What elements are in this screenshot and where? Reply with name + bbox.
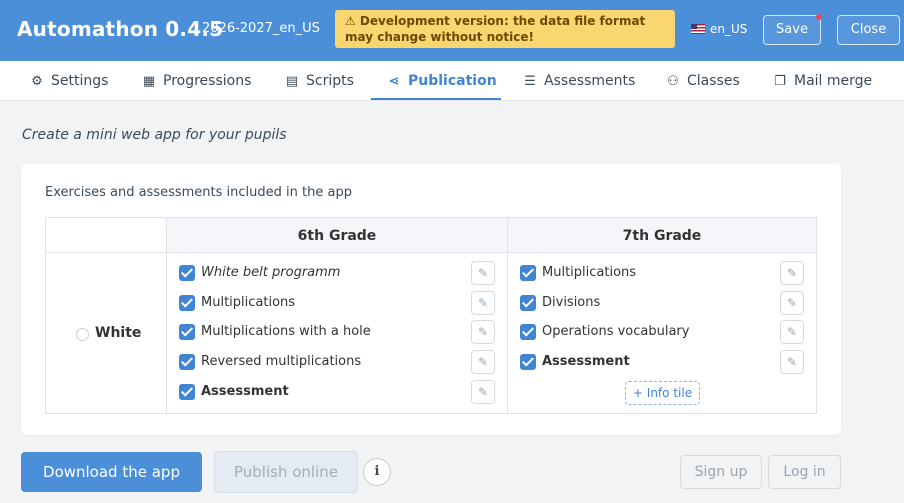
pencil-icon: ✎ (477, 296, 489, 310)
pencil-icon: ✎ (477, 355, 489, 369)
pencil-icon: ✎ (477, 325, 489, 339)
edit-item-button[interactable]: ✎ (471, 291, 495, 315)
tab-label: Settings (51, 73, 109, 89)
item-checkbox[interactable] (179, 384, 195, 400)
tab-label: Progressions (163, 73, 252, 89)
download-app-button[interactable]: Download the app (21, 452, 202, 492)
tab-label: Scripts (306, 73, 354, 89)
edit-item-button[interactable]: ✎ (471, 261, 495, 285)
pencil-icon: ✎ (477, 266, 489, 280)
item-checkbox[interactable] (520, 354, 536, 370)
us-flag-icon (691, 24, 705, 34)
table-border-bottom (45, 413, 817, 414)
add-info-tile-button[interactable]: + Info tile (625, 381, 700, 405)
pencil-icon: ✎ (786, 296, 798, 310)
item-checkbox[interactable] (520, 324, 536, 340)
item-label: Multiplications (542, 265, 637, 280)
item-checkbox[interactable] (179, 265, 195, 281)
script-icon: ▤ (285, 74, 299, 89)
users-icon: ⚇ (667, 74, 679, 89)
tab-bar: ⚙ Settings ▦ Progressions ▤ Scripts ⋖ Public… (0, 61, 904, 101)
item-checkbox[interactable] (520, 265, 536, 281)
tab-classes[interactable]: ⚇ Classes (665, 61, 740, 101)
pencil-icon: ✎ (477, 385, 489, 399)
table-border-top (45, 217, 817, 218)
tab-label: Assessments (544, 73, 636, 89)
edit-item-button[interactable]: ✎ (471, 380, 495, 404)
share-icon: ⋖ (388, 74, 400, 89)
item-checkbox[interactable] (179, 354, 195, 370)
item-label: Assessment (201, 384, 289, 399)
edit-item-button[interactable]: ✎ (780, 320, 804, 344)
calendar-icon: ▦ (142, 74, 156, 89)
log-in-button[interactable]: Log in (768, 455, 841, 489)
app-title: Automathon 0.4.5 (17, 17, 224, 41)
item-checkbox[interactable] (179, 295, 195, 311)
app-content-panel (21, 164, 841, 435)
table-border-right (816, 217, 817, 414)
language-label: en_US (710, 22, 748, 36)
pencil-icon: ✎ (786, 355, 798, 369)
pencil-icon: ✎ (786, 325, 798, 339)
item-label: Multiplications with a hole (201, 324, 371, 339)
tab-label: Classes (687, 73, 740, 89)
school-year-label: 2026-2027_en_US (202, 21, 320, 36)
item-label: Multiplications (201, 295, 296, 310)
table-border-left (45, 217, 46, 414)
item-label: Reversed multiplications (201, 354, 362, 369)
tab-label: Publication (408, 73, 497, 89)
edit-item-button[interactable]: ✎ (471, 320, 495, 344)
edit-item-button[interactable]: ✎ (780, 350, 804, 374)
sign-up-button[interactable]: Sign up (680, 455, 762, 489)
item-label: Divisions (542, 295, 601, 310)
page-subtitle: Create a mini web app for your pupils (22, 127, 287, 143)
tab-mail-merge[interactable]: ❐ Mail merge (772, 61, 872, 101)
checklist-icon: ☰ (524, 74, 536, 89)
table-column-divider (507, 217, 508, 414)
dev-warning-banner: ⚠ Development version: the data file for… (335, 10, 675, 48)
publish-online-button[interactable]: Publish online (214, 451, 358, 493)
belt-label: White (95, 325, 142, 341)
tab-progressions[interactable]: ▦ Progressions (141, 61, 252, 101)
item-checkbox[interactable] (179, 324, 195, 340)
tab-publication[interactable]: ⋖ Publication (386, 61, 497, 101)
grade-header-6th: 6th Grade (297, 228, 377, 244)
item-label: Operations vocabulary (542, 324, 690, 339)
panel-title: Exercises and assessments included in th… (45, 185, 352, 200)
table-column-divider (166, 217, 167, 414)
gear-icon: ⚙ (31, 74, 43, 89)
copy-icon: ❐ (774, 74, 786, 89)
language-selector[interactable]: en_US (691, 22, 747, 36)
grade-header-7th: 7th Grade (622, 228, 702, 244)
close-button[interactable]: Close (837, 15, 900, 45)
tab-settings[interactable]: ⚙ Settings (29, 61, 108, 101)
tab-assessments[interactable]: ☰ Assessments (522, 61, 635, 101)
pencil-icon: ✎ (786, 266, 798, 280)
item-checkbox[interactable] (520, 295, 536, 311)
info-icon[interactable]: i (363, 458, 391, 486)
save-button[interactable]: Save (763, 15, 821, 45)
tab-scripts[interactable]: ▤ Scripts (284, 61, 354, 101)
edit-item-button[interactable]: ✎ (780, 291, 804, 315)
edit-item-button[interactable]: ✎ (471, 350, 495, 374)
edit-item-button[interactable]: ✎ (780, 261, 804, 285)
belt-radio[interactable] (76, 328, 89, 341)
unsaved-indicator-dot (816, 14, 822, 20)
tab-label: Mail merge (794, 73, 873, 89)
active-tab-underline (371, 98, 501, 100)
item-label: Assessment (542, 354, 630, 369)
item-label: White belt programm (201, 265, 341, 280)
table-header-divider (45, 252, 817, 253)
